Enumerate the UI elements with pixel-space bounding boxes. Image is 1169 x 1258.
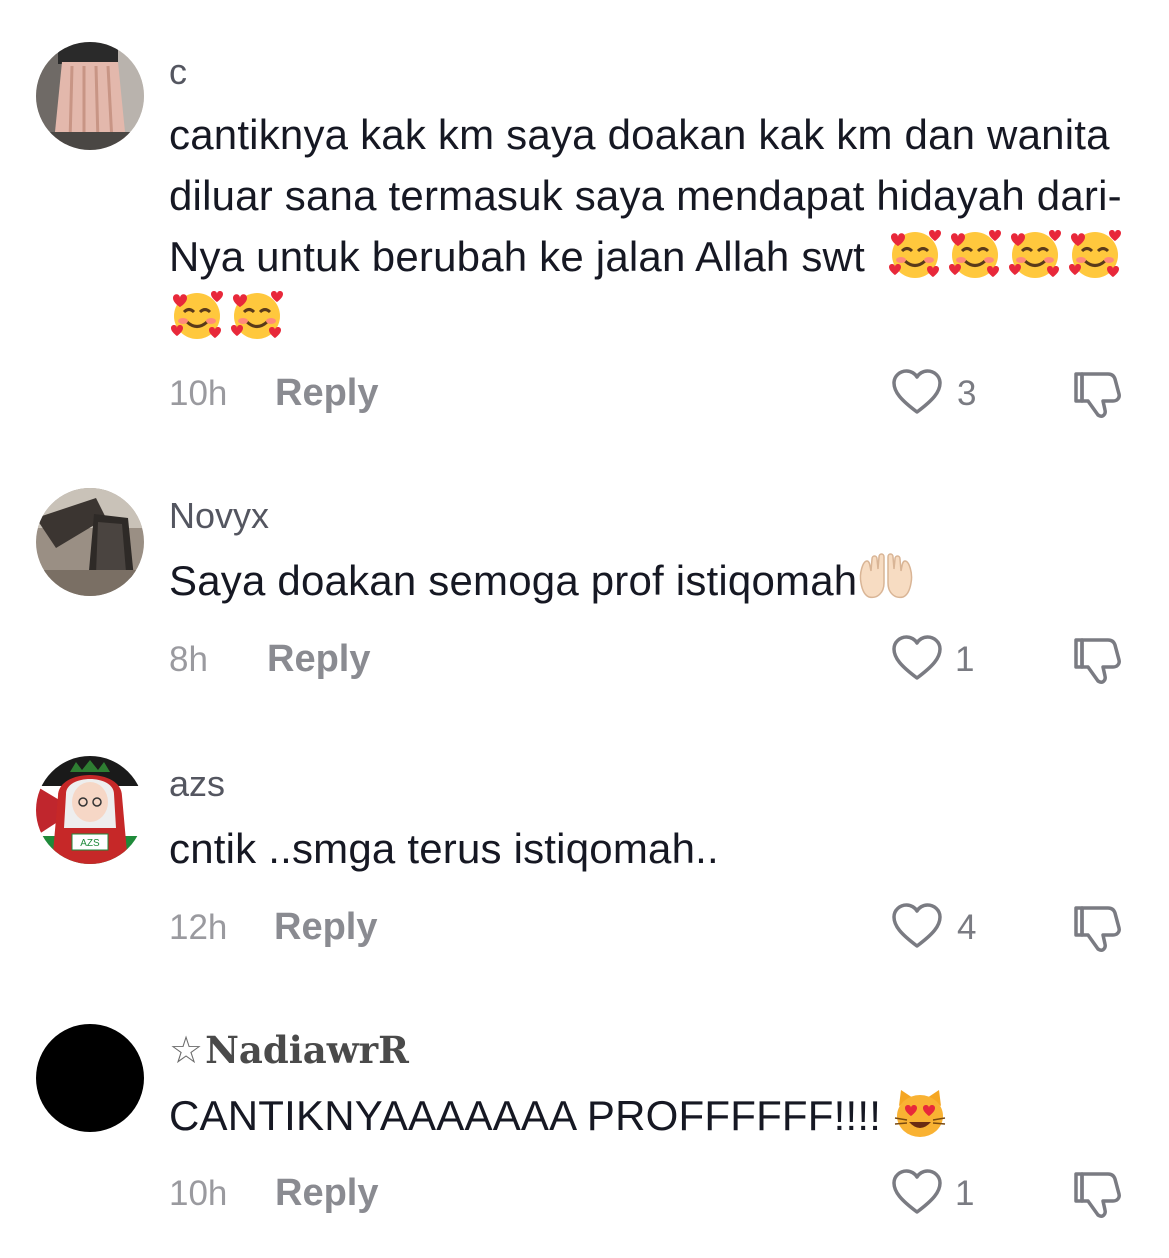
comment-text: cantiknya kak km saya doakan kak km dan … [169, 104, 1129, 348]
comment-timestamp: 10h [169, 1174, 228, 1213]
comment-timestamp: 12h [169, 908, 228, 947]
avatar[interactable] [36, 488, 144, 596]
like-count: 1 [955, 1174, 975, 1213]
comment-timestamp: 10h [169, 374, 228, 413]
smiling-face-with-hearts-icon [887, 227, 943, 281]
comment-meta: 8h Reply 1 [169, 634, 1129, 684]
comment-username[interactable]: Novyx [169, 496, 269, 536]
comment-username-text: NadiawrR [205, 1028, 409, 1072]
like-count: 3 [957, 374, 977, 413]
like-heart-icon[interactable] [891, 902, 943, 950]
reply-button[interactable]: Reply [274, 906, 377, 949]
smiling-face-with-hearts-icon [1007, 227, 1063, 281]
palms-up-together-icon [857, 553, 915, 603]
avatar[interactable] [36, 1024, 144, 1132]
comment-text: cntik ..smga terus istiqomah.. [169, 818, 1129, 879]
comment-meta: 10h Reply 1 [169, 1168, 1129, 1218]
reply-button[interactable]: Reply [267, 638, 370, 681]
avatar[interactable]: AZS [36, 756, 144, 864]
like-heart-icon[interactable] [891, 1168, 943, 1216]
reply-button[interactable]: Reply [275, 1172, 378, 1215]
comment-username[interactable]: c [169, 52, 187, 92]
like-count: 4 [957, 908, 977, 947]
avatar[interactable] [36, 42, 144, 150]
dislike-icon[interactable] [1072, 902, 1124, 954]
star-outline-icon: ☆ [169, 1028, 204, 1072]
comment-meta: 12h Reply 4 [169, 902, 1129, 952]
comment-timestamp: 8h [169, 640, 208, 679]
reply-button[interactable]: Reply [275, 372, 378, 415]
like-count: 1 [955, 640, 975, 679]
like-heart-icon[interactable] [891, 368, 943, 416]
dislike-icon[interactable] [1072, 368, 1124, 420]
smiling-face-with-hearts-icon [1067, 227, 1123, 281]
comment-username[interactable]: azs [169, 764, 225, 804]
comment-body: Saya doakan semoga prof istiqomah [169, 557, 858, 604]
comment-body: cntik ..smga terus istiqomah.. [169, 825, 719, 872]
smiling-cat-with-heart-eyes-icon [893, 1088, 947, 1140]
dislike-icon[interactable] [1072, 634, 1124, 686]
dislike-icon[interactable] [1072, 1168, 1124, 1220]
like-heart-icon[interactable] [891, 634, 943, 682]
comment-text: Saya doakan semoga prof istiqomah [169, 550, 1129, 611]
comment-username[interactable]: ☆NadiawrR [169, 1030, 409, 1070]
smiling-face-with-hearts-icon [169, 288, 225, 342]
comment-meta: 10h Reply 3 [169, 368, 1129, 418]
smiling-face-with-hearts-icon [947, 227, 1003, 281]
avatar-badge-label: AZS [80, 838, 100, 849]
comment-body: CANTIKNYAAAAAAA PROFFFFFF!!!! [169, 1092, 882, 1139]
smiling-face-with-hearts-icon [229, 288, 285, 342]
comment-text: CANTIKNYAAAAAAA PROFFFFFF!!!! [169, 1085, 1129, 1146]
